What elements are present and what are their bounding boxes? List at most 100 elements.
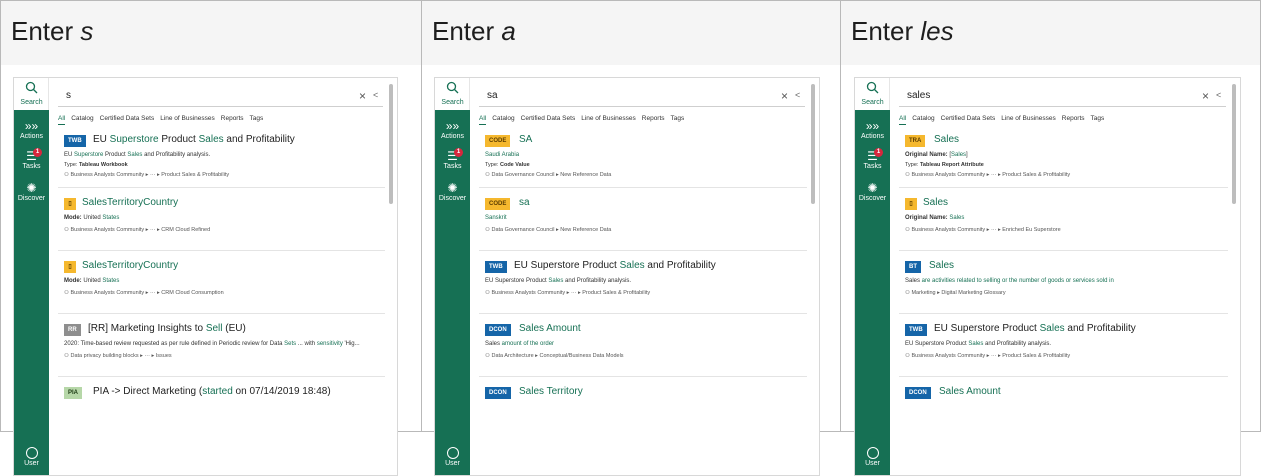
result-title[interactable]: EU Superstore Product Sales and Profitab…	[93, 134, 295, 145]
rail-item-tasks[interactable]: ☰ Tasks 1	[855, 148, 890, 170]
title-part: EU	[93, 134, 110, 145]
rail-search-button[interactable]: Search	[855, 78, 890, 110]
tab-reports[interactable]: Reports	[221, 115, 244, 122]
clear-icon[interactable]: ×	[781, 89, 788, 103]
tab-reports[interactable]: Reports	[642, 115, 665, 122]
description-value-part: ]	[966, 152, 968, 158]
search-input[interactable]: sales × <	[899, 87, 1226, 107]
tab-certified-data-sets[interactable]: Certified Data Sets	[941, 115, 996, 122]
tab-line-of-businesses[interactable]: Line of Businesses	[160, 115, 215, 122]
result-title[interactable]: SA	[519, 134, 532, 145]
breadcrumb-path[interactable]: Data Governance Council ▸ New Reference …	[491, 227, 611, 233]
tab-tags[interactable]: Tags	[1091, 115, 1105, 122]
rail-item-tasks[interactable]: ☰ Tasks 1	[14, 148, 49, 170]
breadcrumb-path[interactable]: Business Analysts Community ▸ ··· ▸ Prod…	[911, 172, 1070, 178]
rail-item-user[interactable]: User	[435, 447, 470, 467]
result-title[interactable]: [RR] Marketing Insights to Sell (EU)	[88, 323, 246, 334]
result-item[interactable]: ▯ SalesTerritoryCountry Mode: United State…	[58, 254, 385, 314]
result-title[interactable]: Sales	[934, 134, 959, 145]
result-title[interactable]: Sales Amount	[519, 323, 581, 334]
result-title[interactable]: Sales Territory	[519, 386, 583, 397]
result-item[interactable]: BT Sales Sales are activities related to s…	[899, 254, 1228, 314]
search-input[interactable]: sa × <	[479, 87, 805, 107]
tasks-icon: ☰	[26, 149, 37, 163]
result-title[interactable]: SalesTerritoryCountry	[82, 197, 178, 208]
rail-item-actions[interactable]: »» Actions	[855, 120, 890, 141]
rail-item-user[interactable]: User	[14, 447, 49, 467]
tab-catalog[interactable]: Catalog	[492, 115, 514, 122]
result-item[interactable]: DCON Sales Amount Sales amount of the orde…	[479, 317, 807, 377]
description-part: Sales	[905, 278, 921, 284]
description-part: are activities related to selling or the…	[920, 278, 1114, 284]
result-item[interactable]: TWB EU Superstore Product Sales and Profi…	[58, 128, 385, 188]
rail-item-discover[interactable]: ✺ Discover	[14, 182, 49, 203]
search-input[interactable]: s × <	[58, 87, 383, 107]
share-icon[interactable]: <	[795, 90, 800, 100]
tab-all[interactable]: All	[58, 115, 66, 125]
result-title[interactable]: sa	[519, 197, 530, 208]
breadcrumb-path[interactable]: Data Governance Council ▸ New Reference …	[491, 172, 611, 178]
breadcrumb-path[interactable]: Data privacy building blocks ▸ ··· ▸ Iss…	[70, 353, 171, 359]
breadcrumb-path[interactable]: Business Analysts Community ▸ ··· ▸ Prod…	[911, 353, 1070, 359]
result-item[interactable]: CODE SA Saudi Arabia Type: Code Value ⚇ Data…	[479, 128, 807, 188]
rail-item-tasks[interactable]: ☰ Tasks 1	[435, 148, 470, 170]
share-icon[interactable]: <	[1216, 90, 1221, 100]
result-item[interactable]: TWB EU Superstore Product Sales and Profi…	[899, 317, 1228, 377]
result-item[interactable]: DCON Sales Amount	[899, 380, 1228, 440]
tab-certified-data-sets[interactable]: Certified Data Sets	[100, 115, 155, 122]
tab-catalog[interactable]: Catalog	[912, 115, 934, 122]
description-part: EU Superstore Product	[485, 278, 549, 284]
rail-item-discover[interactable]: ✺ Discover	[855, 181, 890, 203]
clear-icon[interactable]: ×	[359, 89, 366, 103]
result-item[interactable]: DCON Sales Territory	[479, 380, 807, 440]
scrollbar[interactable]	[811, 84, 815, 204]
rail-search-button[interactable]: Search	[435, 78, 470, 110]
rail-item-discover[interactable]: ✺ Discover	[435, 182, 470, 203]
result-title[interactable]: EU Superstore Product Sales and Profitab…	[934, 323, 1136, 334]
result-title[interactable]: SalesTerritoryCountry	[82, 260, 178, 271]
tab-reports[interactable]: Reports	[1062, 115, 1085, 122]
result-item[interactable]: CODE sa Sanskrit ⚇ Data Governance Council …	[479, 191, 807, 251]
result-item[interactable]: PIA PIA -> Direct Marketing (started on 0…	[58, 380, 385, 440]
tab-certified-data-sets[interactable]: Certified Data Sets	[521, 115, 576, 122]
breadcrumb-path[interactable]: Business Analysts Community ▸ ··· ▸ Enri…	[911, 227, 1060, 233]
tab-tags[interactable]: Tags	[671, 115, 685, 122]
asset-type-badge: TWB	[64, 135, 86, 147]
breadcrumb-path[interactable]: Business Analysts Community ▸ ··· ▸ CRM …	[70, 227, 210, 233]
search-icon	[446, 81, 459, 94]
clear-icon[interactable]: ×	[1202, 89, 1209, 103]
result-item[interactable]: TWB EU Superstore Product Sales and Profi…	[479, 254, 807, 314]
rail-item-actions[interactable]: »» Actions	[14, 120, 49, 141]
tab-catalog[interactable]: Catalog	[71, 115, 93, 122]
tab-all[interactable]: All	[899, 115, 907, 125]
tab-all[interactable]: All	[479, 115, 487, 125]
breadcrumb-path[interactable]: Business Analysts Community ▸ ··· ▸ CRM …	[70, 290, 223, 296]
rail-search-button[interactable]: Search	[14, 78, 49, 110]
tab-line-of-businesses[interactable]: Line of Businesses	[1001, 115, 1056, 122]
discover-icon: ✺	[867, 181, 878, 195]
result-item[interactable]: TRA Sales Original Name: [Sales] Type: Tabl…	[899, 128, 1228, 188]
tab-line-of-businesses[interactable]: Line of Businesses	[581, 115, 636, 122]
tab-tags[interactable]: Tags	[250, 115, 264, 122]
breadcrumb-path[interactable]: Business Analysts Community ▸ ··· ▸ Prod…	[491, 290, 650, 296]
share-icon[interactable]: <	[373, 90, 378, 100]
breadcrumb-path[interactable]: Data Architecture ▸ Conceptual/Business …	[491, 353, 623, 359]
asset-type-badge: ▯	[64, 261, 76, 273]
result-title[interactable]: Sales	[923, 197, 948, 208]
breadcrumb-path[interactable]: Marketing ▸ Digital Marketing Glossary	[911, 290, 1005, 296]
result-title[interactable]: PIA -> Direct Marketing (started on 07/1…	[93, 386, 331, 397]
result-title[interactable]: EU Superstore Product Sales and Profitab…	[514, 260, 716, 271]
result-title[interactable]: Sales Amount	[939, 386, 1001, 397]
result-title[interactable]: Sales	[929, 260, 954, 271]
result-item[interactable]: ▯ SalesTerritoryCountry Mode: United State…	[58, 191, 385, 251]
result-item[interactable]: ▯ Sales Original Name: Sales ⚇ Business Ana…	[899, 191, 1228, 251]
scrollbar[interactable]	[1232, 84, 1236, 204]
rail-item-actions[interactable]: »» Actions	[435, 120, 470, 141]
scrollbar[interactable]	[389, 84, 393, 204]
rail-item-user[interactable]: User	[855, 447, 890, 467]
rail-item-label: Discover	[438, 195, 467, 202]
search-icon	[25, 81, 38, 94]
result-item[interactable]: RR [RR] Marketing Insights to Sell (EU) 20…	[58, 317, 385, 377]
breadcrumb-path[interactable]: Business Analysts Community ▸ ··· ▸ Prod…	[70, 172, 229, 178]
result-description: Sanskrit	[485, 215, 507, 221]
